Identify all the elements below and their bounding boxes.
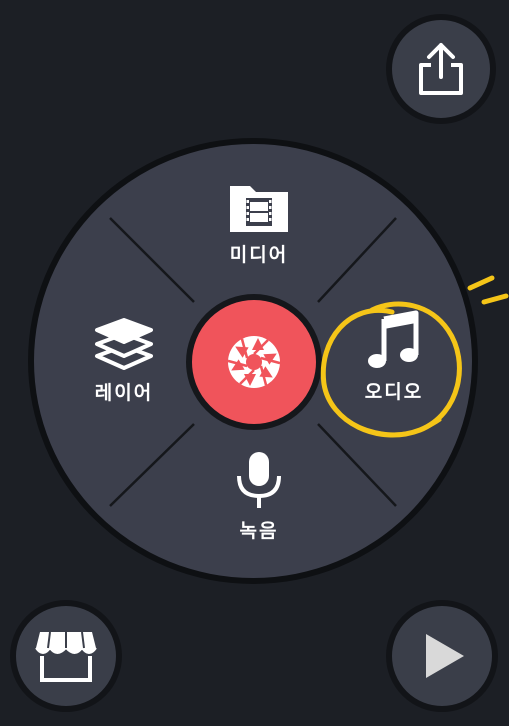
wheel-item-record-label: 녹음 [239,520,279,542]
wheel-item-layer[interactable]: 레이어 [74,316,174,405]
media-folder-icon [230,186,288,232]
wheel-item-audio-label: 오디오 [364,381,424,403]
capture-button[interactable] [186,294,322,430]
wheel-item-record[interactable]: 녹음 [209,450,309,543]
share-icon [419,43,463,95]
store-icon [35,631,97,682]
share-button[interactable] [386,14,496,124]
microphone-icon [237,452,281,508]
layers-icon [95,318,153,370]
play-icon [426,634,464,678]
media-wheel: 미디어 레이어 오디오 녹음 [28,138,478,584]
camera-aperture-icon [227,336,281,388]
music-note-icon [368,310,419,368]
store-button[interactable] [10,600,122,712]
wheel-item-audio[interactable]: 오디오 [344,309,444,404]
wheel-item-media[interactable]: 미디어 [209,182,309,267]
wheel-item-layer-label: 레이어 [94,382,154,404]
play-button[interactable] [386,600,498,712]
wheel-item-media-label: 미디어 [229,244,289,266]
